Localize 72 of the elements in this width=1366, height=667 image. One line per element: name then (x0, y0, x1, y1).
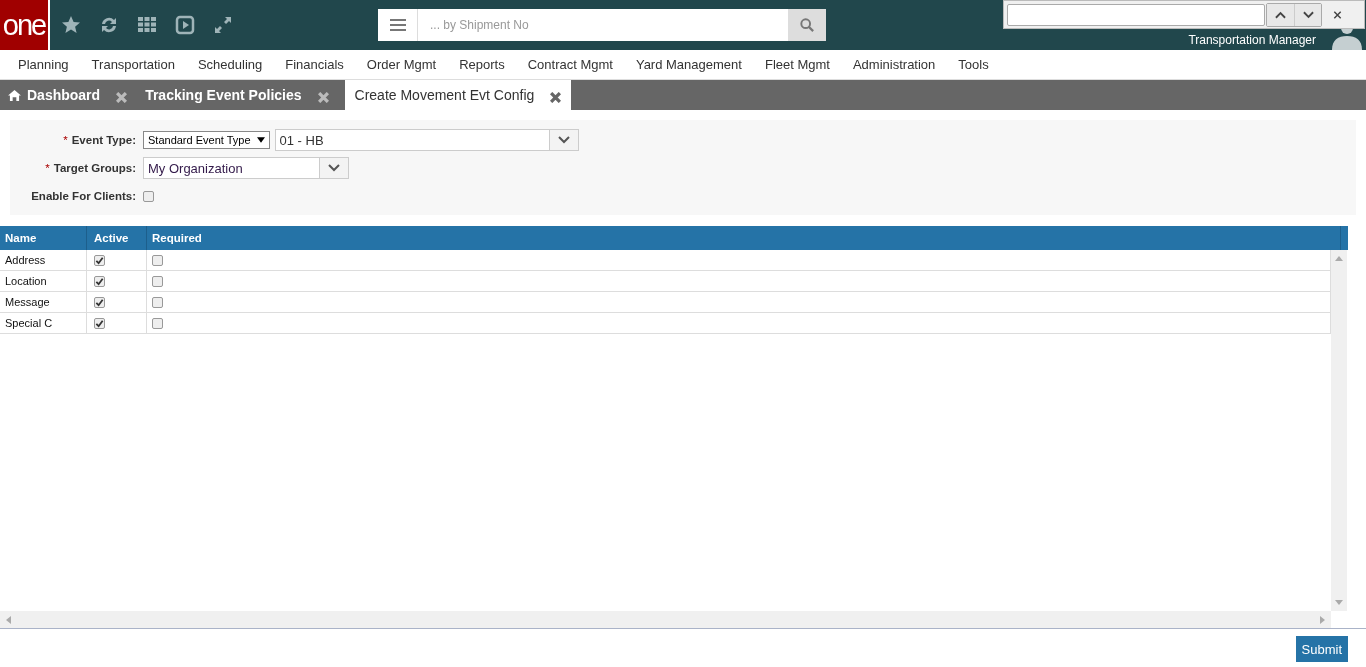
menu-button[interactable] (378, 9, 418, 41)
home-icon (8, 89, 21, 101)
table-cell: Address (0, 250, 87, 270)
checkbox[interactable] (94, 254, 105, 266)
column-header: Active (87, 226, 147, 250)
menu-item[interactable]: Scheduling (197, 57, 263, 72)
required-mark: * (45, 162, 50, 174)
checkbox[interactable] (94, 317, 105, 329)
menu-item[interactable]: Financials (285, 57, 344, 72)
checkbox[interactable] (94, 275, 105, 287)
close-icon[interactable] (116, 91, 128, 103)
refresh-icon[interactable] (99, 15, 119, 35)
type-select[interactable]: Standard Event Type (143, 131, 270, 149)
chevron-down-icon (319, 158, 348, 178)
field-label: Enable For Clients: (31, 190, 136, 202)
scrollbar[interactable] (1331, 250, 1347, 611)
grid-icon[interactable] (137, 15, 157, 35)
user-role: Transportation Manager (1188, 33, 1316, 47)
menu-item[interactable]: Administration (852, 57, 936, 72)
star-icon[interactable] (61, 15, 81, 35)
menu-icon (389, 18, 406, 32)
menu-item[interactable]: Contract Mgmt (527, 57, 613, 72)
scroll-up-icon (1335, 256, 1343, 261)
required-mark: * (63, 134, 68, 146)
dropdown[interactable]: 01 - HB (274, 129, 579, 151)
previous-button[interactable] (1267, 3, 1294, 26)
checkbox[interactable] (152, 296, 163, 308)
search-button[interactable] (788, 9, 826, 41)
checkbox[interactable] (152, 254, 163, 266)
menu-item[interactable]: Fleet Mgmt (764, 57, 830, 72)
play-icon[interactable] (175, 15, 195, 35)
checkbox[interactable] (152, 275, 163, 287)
submit-button[interactable]: Submit (1295, 636, 1348, 662)
triangle-down-icon (256, 137, 265, 143)
find-field[interactable] (1007, 3, 1265, 26)
search-bar[interactable]: ... by Shipment No (378, 9, 826, 41)
menu-item[interactable]: Tools (958, 57, 989, 72)
field-label: Event Type: (71, 134, 136, 146)
scrollbar[interactable] (0, 611, 1331, 628)
close-icon[interactable] (317, 91, 329, 103)
table-cell: Location (0, 271, 87, 291)
menu-item[interactable]: Yard Management (635, 57, 742, 72)
menu-item[interactable]: Planning (18, 57, 69, 72)
menu-item[interactable]: Reports (459, 57, 505, 72)
menu-item[interactable]: Order Mgmt (366, 57, 437, 72)
checkbox[interactable] (152, 317, 163, 329)
close-icon (1332, 10, 1343, 19)
scroll-down-icon (1335, 600, 1343, 605)
checkbox[interactable] (94, 296, 105, 308)
chevron-up-icon (1275, 10, 1286, 19)
column-header: Name (0, 226, 87, 250)
avatar-icon (1332, 28, 1362, 50)
close-icon[interactable] (550, 91, 562, 103)
table-cell: Special C (0, 313, 87, 333)
expand-icon[interactable] (213, 15, 233, 35)
search-icon (799, 18, 815, 32)
table-cell: Message (0, 292, 87, 312)
next-button[interactable] (1294, 3, 1321, 26)
tab[interactable]: Tracking Event Policies (137, 80, 339, 110)
column-header: Required (151, 231, 203, 246)
chevron-down-icon (548, 130, 578, 150)
field-label: Target Groups: (53, 162, 136, 174)
close-button[interactable] (1332, 10, 1343, 19)
scroll-left-icon (6, 615, 11, 624)
tab[interactable]: Create Movement Evt Config (344, 80, 572, 110)
chevron-down-icon (1302, 10, 1314, 19)
checkbox[interactable] (143, 190, 154, 202)
dropdown[interactable]: My Organization (143, 157, 349, 179)
tab[interactable]: Dashboard (0, 80, 138, 110)
scroll-right-icon (1320, 615, 1325, 624)
logo: one (0, 0, 50, 50)
menu-item[interactable]: Transportation (91, 57, 175, 72)
